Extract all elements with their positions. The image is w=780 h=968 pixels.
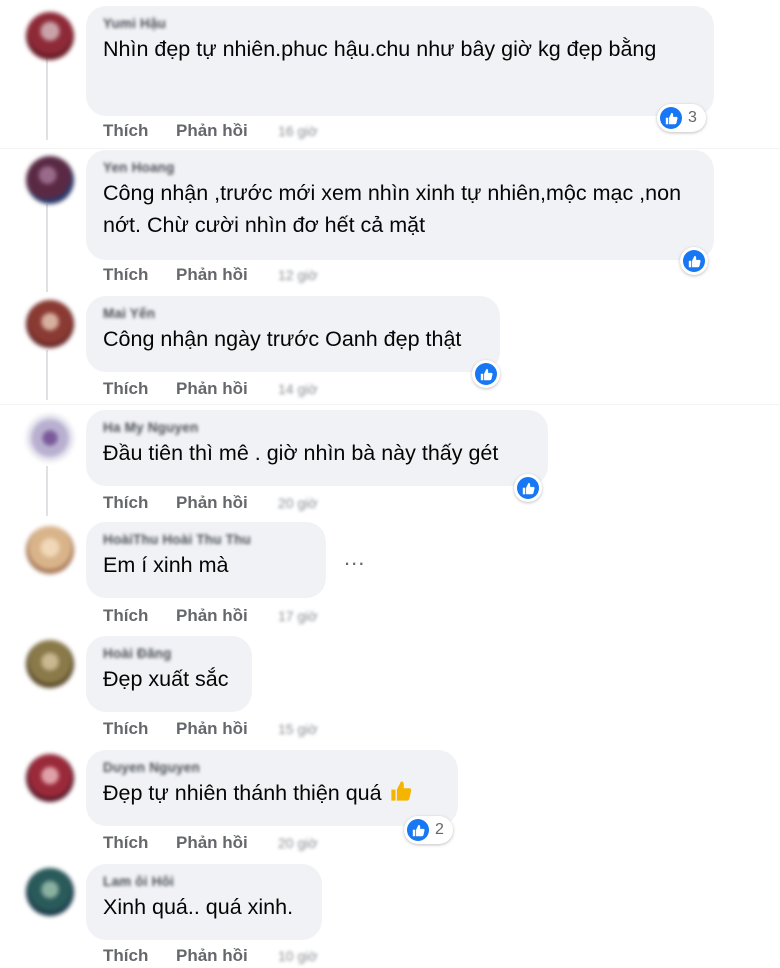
avatar[interactable]	[26, 640, 74, 688]
comment-actions: Thích Phản hồi 16 giờ	[103, 120, 318, 142]
comment-actions: Thích Phản hồi 20 giờ	[103, 832, 318, 854]
comment-time[interactable]: 15 giờ	[278, 721, 318, 737]
avatar[interactable]	[26, 300, 74, 348]
comment-text: Em í xinh mà	[103, 553, 229, 577]
like-link[interactable]: Thích	[103, 606, 176, 626]
more-options-button[interactable]: ...	[344, 545, 365, 571]
comment-bubble: Duyen Nguyen Đẹp tự nhiên thánh thiện qu…	[86, 750, 458, 826]
avatar[interactable]	[26, 156, 74, 204]
reply-link[interactable]: Phản hồi	[176, 379, 278, 399]
avatar[interactable]	[26, 526, 74, 574]
divider	[0, 404, 780, 405]
comment-bubble: Yumi Hậu Nhìn đẹp tự nhiên.phuc hậu.chu …	[86, 6, 714, 116]
like-icon	[475, 363, 497, 385]
comment-text: Đẹp xuất sắc	[103, 667, 229, 691]
like-icon	[683, 250, 705, 272]
comment-time[interactable]: 17 giờ	[278, 608, 318, 624]
comment-text-content: Đẹp tự nhiên thánh thiện quá	[103, 781, 382, 805]
reaction-summary[interactable]: 2	[404, 816, 453, 844]
reply-link[interactable]: Phản hồi	[176, 606, 278, 626]
avatar[interactable]	[26, 12, 74, 60]
comment-text: Nhìn đẹp tự nhiên.phuc hậu.chu như bây g…	[103, 37, 657, 61]
reaction-summary[interactable]: 3	[657, 104, 706, 132]
reaction-count: 3	[688, 109, 697, 126]
comment-text: Đẹp tự nhiên thánh thiện quá	[103, 777, 442, 811]
avatar[interactable]	[26, 414, 74, 462]
like-icon	[407, 819, 429, 841]
comment-author[interactable]: Duyen Nguyen	[103, 760, 442, 775]
comment-actions: Thích Phản hồi 14 giờ	[103, 378, 318, 400]
reaction-summary[interactable]	[680, 247, 708, 275]
reply-link[interactable]: Phản hồi	[176, 121, 278, 141]
reaction-summary[interactable]	[514, 474, 542, 502]
comment-bubble: Yen Hoang Công nhận ,trước mới xem nhìn …	[86, 150, 714, 260]
comment-actions: Thích Phản hồi 10 giờ	[103, 945, 318, 967]
comment-time[interactable]: 16 giờ	[278, 123, 318, 139]
reply-link[interactable]: Phản hồi	[176, 265, 278, 285]
comment-time[interactable]: 10 giờ	[278, 948, 318, 964]
comment-author[interactable]: Yumi Hậu	[103, 16, 698, 31]
comment-author[interactable]: Ha My Nguyen	[103, 420, 532, 435]
thread-line	[46, 52, 48, 140]
comment-time[interactable]: 20 giờ	[278, 835, 318, 851]
comment-bubble: HoàiThu Hoài Thu Thu Em í xinh mà	[86, 522, 326, 598]
reply-link[interactable]: Phản hồi	[176, 719, 278, 739]
comment-author[interactable]: HoàiThu Hoài Thu Thu	[103, 532, 310, 547]
like-link[interactable]: Thích	[103, 719, 176, 739]
like-link[interactable]: Thích	[103, 265, 176, 285]
thread-line	[46, 466, 48, 516]
comment-actions: Thích Phản hồi 20 giờ	[103, 492, 318, 514]
comment-author[interactable]: Yen Hoang	[103, 160, 698, 175]
like-link[interactable]: Thích	[103, 121, 176, 141]
comment-bubble: Lam ôi Hôi Xinh quá.. quá xinh.	[86, 864, 322, 940]
comment-bubble: Ha My Nguyen Đầu tiên thì mê . giờ nhìn …	[86, 410, 548, 486]
comment-author[interactable]: Mai Yến	[103, 306, 484, 321]
comment-time[interactable]: 12 giờ	[278, 267, 318, 283]
comment-bubble: Hoài Đăng Đẹp xuất sắc	[86, 636, 252, 712]
comment-text: Công nhận ngày trước Oanh đẹp thật	[103, 327, 462, 351]
comment-time[interactable]: 20 giờ	[278, 495, 318, 511]
avatar[interactable]	[26, 754, 74, 802]
reply-link[interactable]: Phản hồi	[176, 493, 278, 513]
comment-text: Xinh quá.. quá xinh.	[103, 895, 294, 919]
comment-actions: Thích Phản hồi 15 giờ	[103, 718, 318, 740]
like-link[interactable]: Thích	[103, 379, 176, 399]
comment-author[interactable]: Hoài Đăng	[103, 646, 236, 661]
comment-author[interactable]: Lam ôi Hôi	[103, 874, 306, 889]
comment-actions: Thích Phản hồi 12 giờ	[103, 264, 318, 286]
comment-bubble: Mai Yến Công nhận ngày trước Oanh đẹp th…	[86, 296, 500, 372]
like-link[interactable]: Thích	[103, 946, 176, 966]
like-link[interactable]: Thích	[103, 493, 176, 513]
reply-link[interactable]: Phản hồi	[176, 946, 278, 966]
reply-link[interactable]: Phản hồi	[176, 833, 278, 853]
comment-text: Công nhận ,trước mới xem nhìn xinh tự nh…	[103, 181, 682, 237]
thread-line	[46, 350, 48, 400]
like-link[interactable]: Thích	[103, 833, 176, 853]
comment-text: Đầu tiên thì mê . giờ nhìn bà này thấy g…	[103, 441, 499, 465]
reaction-summary[interactable]	[472, 360, 500, 388]
like-icon	[517, 477, 539, 499]
comment-actions: Thích Phản hồi 17 giờ	[103, 605, 318, 627]
divider	[0, 148, 780, 149]
thumbs-up-emoji-icon	[390, 779, 412, 811]
thread-line	[46, 204, 48, 292]
comment-time[interactable]: 14 giờ	[278, 381, 318, 397]
like-icon	[660, 107, 682, 129]
reaction-count: 2	[435, 821, 444, 838]
avatar[interactable]	[26, 868, 74, 916]
